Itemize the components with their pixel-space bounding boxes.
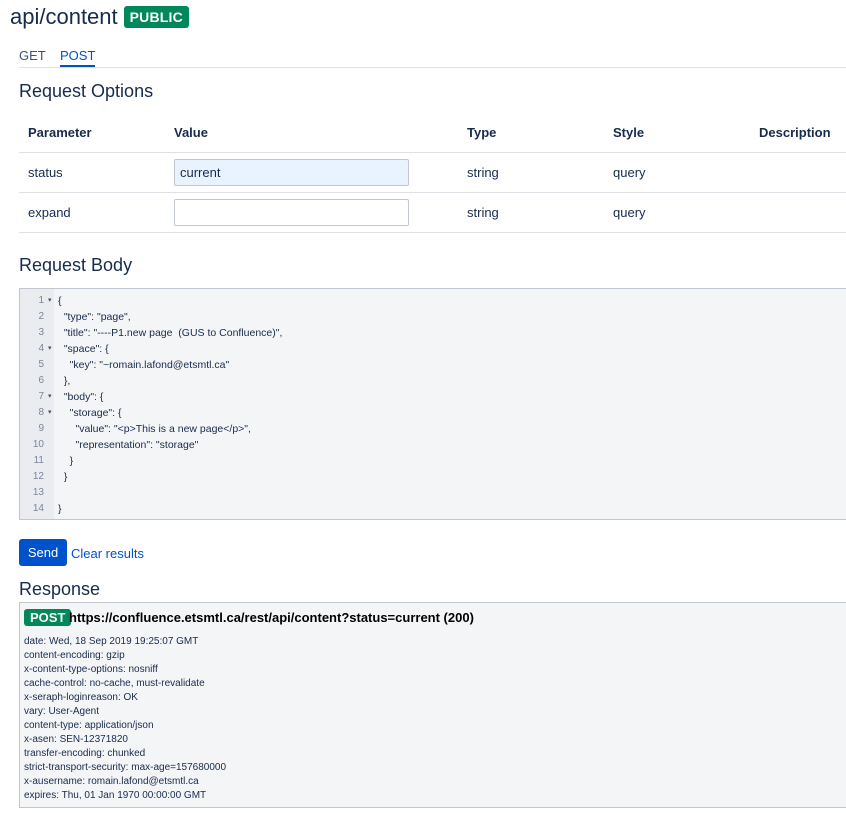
response-method-badge: POST xyxy=(24,609,72,626)
code-line: 7 ▾ "body": { xyxy=(20,389,846,405)
line-number: 10 xyxy=(32,439,44,450)
code-line: 1 ▾ { xyxy=(20,293,846,309)
code-text: "key": "~romain.lafond@etsmtl.ca" xyxy=(58,359,230,371)
request-options-heading: Request Options xyxy=(19,81,154,101)
line-number: 6 xyxy=(38,375,44,386)
page-title: api/content xyxy=(10,4,118,29)
line-number: 11 xyxy=(33,455,44,466)
param-type: string xyxy=(458,192,604,233)
param-description xyxy=(750,192,846,233)
fold-arrow-icon[interactable]: ▾ xyxy=(48,293,52,309)
param-name: status xyxy=(19,152,165,193)
fold-arrow-icon[interactable]: ▾ xyxy=(48,389,52,405)
code-text: } xyxy=(58,503,62,515)
code-text: "title": "----P1.new page (GUS to Conflu… xyxy=(58,327,283,339)
response-headers: date: Wed, 18 Sep 2019 19:25:07 GMT conte… xyxy=(24,635,226,803)
status-value-input[interactable] xyxy=(174,159,409,186)
code-text: } xyxy=(58,455,74,467)
line-number: 5 xyxy=(38,359,44,370)
header-style: Style xyxy=(604,113,750,153)
line-number: 8 xyxy=(38,407,44,418)
code-text: }, xyxy=(58,375,71,387)
param-style: query xyxy=(604,152,750,193)
param-value-cell xyxy=(165,192,458,233)
code-line: 14} xyxy=(20,501,846,517)
response-header-line: content-encoding: gzip xyxy=(24,650,125,661)
code-line: 11 } xyxy=(20,453,846,469)
table-row: expand string query xyxy=(19,192,846,233)
request-body-editor[interactable]: 1 ▾{2 "type": "page", 3 "title": "----P1.n… xyxy=(19,288,846,520)
tab-get[interactable]: GET xyxy=(19,48,46,63)
code-text: "space": { xyxy=(58,343,109,355)
code-line: 5 "key": "~romain.lafond@etsmtl.ca" xyxy=(20,357,846,373)
line-number: 3 xyxy=(38,327,44,338)
code-text: } xyxy=(58,471,68,483)
code-line: 4 ▾ "space": { xyxy=(20,341,846,357)
request-body-heading: Request Body xyxy=(19,255,133,275)
header-value: Value xyxy=(165,113,458,153)
fold-arrow-icon[interactable]: ▾ xyxy=(48,341,52,357)
line-number: 2 xyxy=(38,311,44,322)
line-number: 12 xyxy=(32,471,44,482)
code-line: 12 } xyxy=(20,469,846,485)
code-line: 9 "value": "<p>This is a new page</p>", xyxy=(20,421,846,437)
code-line: 10 "representation": "storage" xyxy=(20,437,846,453)
header-description: Description xyxy=(750,113,846,153)
table-row: status string query xyxy=(19,152,846,193)
code-line: 3 "title": "----P1.new page (GUS to Conf… xyxy=(20,325,846,341)
code-line: 2 "type": "page", xyxy=(20,309,846,325)
code-text: "value": "<p>This is a new page</p>", xyxy=(58,423,251,435)
code-text: "storage": { xyxy=(58,407,122,419)
tab-post[interactable]: POST xyxy=(60,48,96,67)
response-header-line: x-asen: SEN-12371820 xyxy=(24,734,128,745)
response-header-line: x-seraph-loginreason: OK xyxy=(24,692,138,703)
line-number: 9 xyxy=(38,423,44,434)
line-number: 13 xyxy=(32,487,44,498)
response-header-line: expires: Thu, 01 Jan 1970 00:00:00 GMT xyxy=(24,790,207,801)
public-badge: PUBLIC xyxy=(123,6,189,28)
response-header-line: transfer-encoding: chunked xyxy=(24,748,146,759)
line-number: 4 xyxy=(38,343,44,354)
fold-arrow-icon[interactable]: ▾ xyxy=(48,405,52,421)
param-style: query xyxy=(604,192,750,233)
response-header-line: content-type: application/json xyxy=(24,720,154,731)
parameters-table: Parameter Value Type Style Description s… xyxy=(19,113,846,233)
response-header-line: cache-control: no-cache, must-revalidate xyxy=(24,678,205,689)
param-value-cell xyxy=(165,152,458,193)
param-type: string xyxy=(458,152,604,193)
header-parameter: Parameter xyxy=(19,113,165,153)
title-row: api/content PUBLIC xyxy=(10,4,189,30)
param-description xyxy=(750,152,846,193)
method-tabs: GET POST xyxy=(19,48,846,68)
response-header-line: x-ausername: romain.lafond@etsmtl.ca xyxy=(24,776,199,787)
line-number: 1 xyxy=(38,295,44,306)
clear-results-link[interactable]: Clear results xyxy=(71,546,144,561)
param-name: expand xyxy=(19,192,165,233)
header-type: Type xyxy=(458,113,604,153)
code-line: 6 }, xyxy=(20,373,846,389)
line-number: 7 xyxy=(38,391,44,402)
code-text: "representation": "storage" xyxy=(58,439,199,451)
response-header-line: vary: User-Agent xyxy=(24,706,100,717)
code-text: { xyxy=(58,295,62,307)
code-text: "type": "page", xyxy=(58,311,131,323)
code-line: 13 xyxy=(20,485,846,501)
response-header-line: date: Wed, 18 Sep 2019 19:25:07 GMT xyxy=(24,636,199,647)
code-text: "body": { xyxy=(58,391,104,403)
response-header-line: strict-transport-security: max-age=15768… xyxy=(24,762,227,773)
send-button[interactable]: Send xyxy=(19,539,67,566)
response-header-line: x-content-type-options: nosniff xyxy=(24,664,158,675)
response-heading: Response xyxy=(19,579,101,599)
line-number: 14 xyxy=(32,503,44,514)
response-panel: POST https://confluence.etsmtl.ca/rest/a… xyxy=(19,602,846,808)
code-line: 8 ▾ "storage": { xyxy=(20,405,846,421)
response-url: https://confluence.etsmtl.ca/rest/api/co… xyxy=(69,610,474,625)
expand-value-input[interactable] xyxy=(174,199,409,226)
parameters-header-row: Parameter Value Type Style Description xyxy=(19,113,846,153)
